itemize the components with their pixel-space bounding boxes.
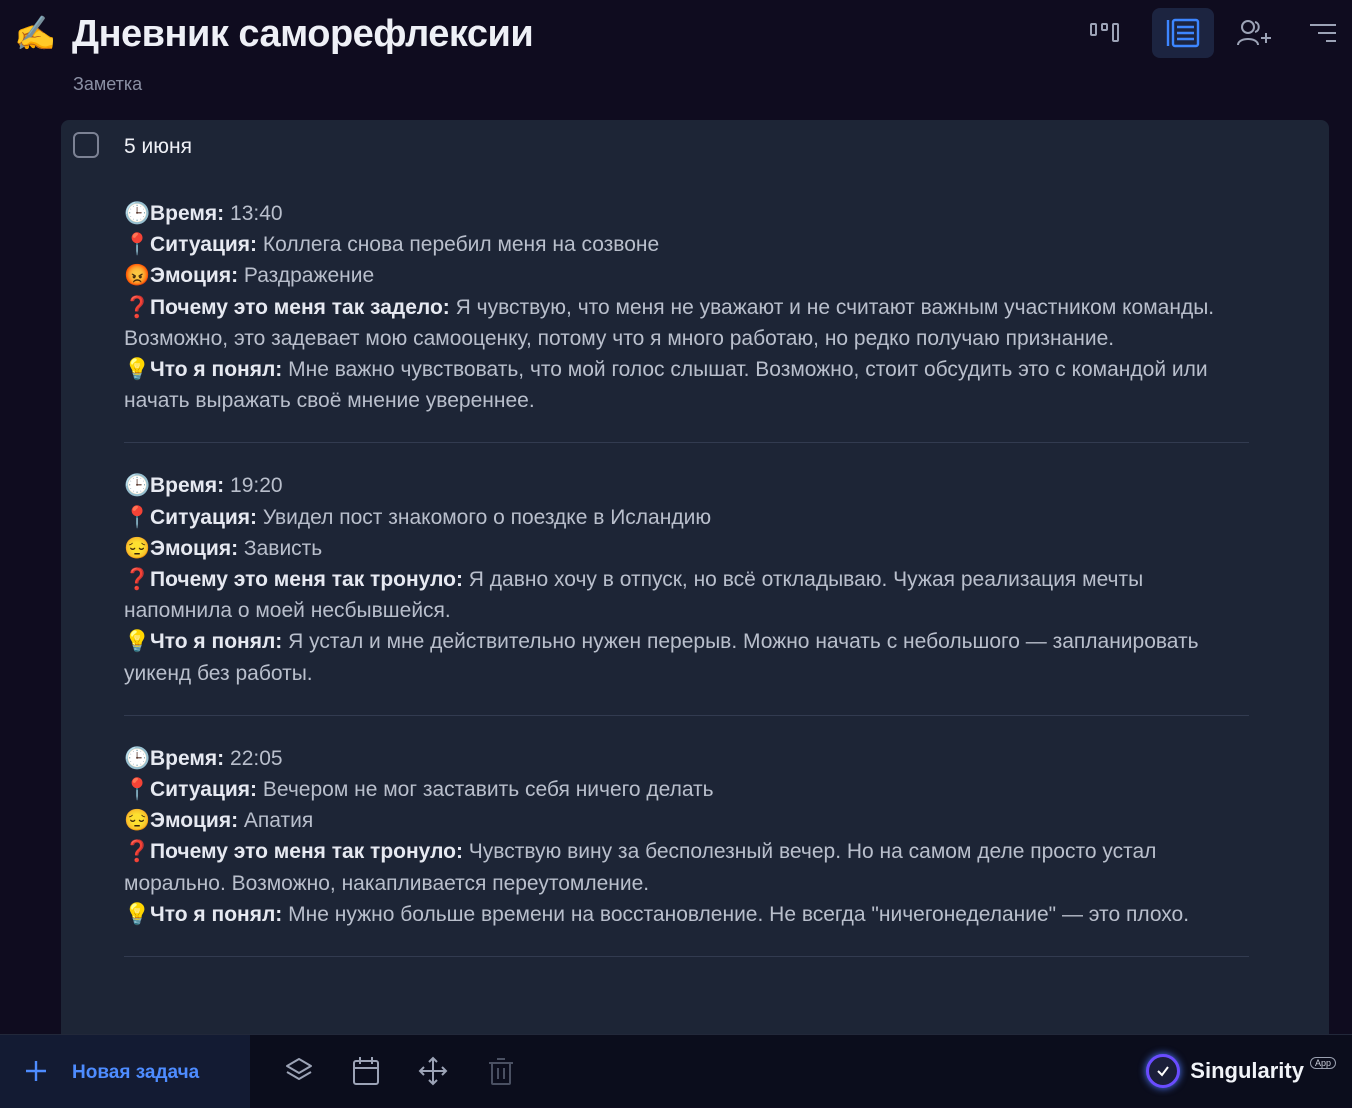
task-notes[interactable]: 🕒Время: 13:40 📍Ситуация: Коллега снова п… [124, 198, 1249, 984]
pensive-face-icon: 😔 [124, 536, 151, 560]
light-bulb-icon: 💡 [124, 902, 151, 926]
time-value: 19:20 [224, 474, 283, 498]
situation-value: Коллега снова перебил меня на созвоне [257, 233, 660, 257]
clock-icon: 🕒 [124, 202, 151, 225]
divider [124, 956, 1249, 958]
writing-hand-icon: ✍️ [14, 15, 57, 53]
insight-value: Мне важно чувствовать, что мой голос слы… [124, 358, 1208, 413]
page-title[interactable]: Дневник саморефлексии [72, 12, 534, 56]
entry-time-line: 🕒Время: 19:20 [124, 470, 1249, 501]
emotion-label: Эмоция: [150, 809, 239, 833]
entry-emotion-line: 😡Эмоция: Раздражение [124, 260, 1249, 291]
page-header: ✍️ Дневник саморефлексии Заметка [0, 0, 1352, 110]
new-task-label: Новая задача [72, 1062, 200, 1083]
entry-insight-line: 💡Что я понял: Мне важно чувствовать, что… [124, 354, 1249, 416]
question-mark-icon: ❓ [124, 295, 151, 319]
entry-situation-line: 📍Ситуация: Вечером не мог заставить себя… [124, 774, 1249, 805]
light-bulb-icon: 💡 [124, 630, 151, 654]
entry-time-line: 🕒Время: 22:05 [124, 743, 1249, 774]
singularity-logo-icon [1146, 1054, 1181, 1088]
time-value: 13:40 [224, 202, 283, 225]
task-card[interactable]: 5 июня 🕒Время: 13:40 📍Ситуация: Коллега … [61, 120, 1329, 1060]
entry-emotion-line: 😔Эмоция: Апатия [124, 805, 1249, 836]
bottom-toolbar: Новая задача Singularity App [0, 1034, 1352, 1108]
insight-label: Что я понял: [150, 358, 283, 382]
situation-value: Вечером не мог заставить себя ничего дел… [257, 778, 714, 802]
entry-why-line: ❓Почему это меня так тронуло: Чувствую в… [124, 836, 1249, 898]
list-view-icon [1166, 18, 1200, 48]
situation-label: Ситуация: [150, 778, 258, 802]
task-checkbox[interactable] [73, 132, 99, 158]
insight-label: Что я понял: [150, 902, 283, 926]
move-icon[interactable] [417, 1055, 449, 1087]
insight-label: Что я понял: [150, 630, 283, 654]
calendar-icon[interactable] [350, 1055, 382, 1087]
entry-insight-line: 💡Что я понял: Я устал и мне действительн… [124, 626, 1249, 688]
clock-icon: 🕒 [124, 746, 151, 770]
situation-label: Ситуация: [150, 505, 258, 529]
emotion-label: Эмоция: [150, 536, 239, 560]
pin-icon: 📍 [124, 233, 151, 257]
why-label: Почему это меня так тронуло: [150, 568, 463, 592]
divider [124, 442, 1249, 444]
entry-time-line: 🕒Время: 13:40 [124, 198, 1249, 229]
emotion-value: Апатия [238, 809, 314, 833]
question-mark-icon: ❓ [124, 568, 151, 592]
insight-value: Мне нужно больше времени на восстановлен… [282, 902, 1190, 926]
board-view-icon [1090, 23, 1119, 42]
page-subtitle[interactable]: Заметка [73, 72, 142, 96]
add-user-icon [1237, 20, 1271, 46]
question-mark-icon: ❓ [124, 840, 151, 864]
share-users-button[interactable] [1224, 8, 1286, 58]
brand-logo: Singularity App [1146, 1053, 1336, 1089]
time-label: Время: [150, 474, 225, 498]
pensive-face-icon: 😔 [124, 809, 151, 833]
new-task-button[interactable]: Новая задача [0, 1035, 250, 1108]
emotion-label: Эмоция: [150, 264, 239, 288]
entry-emotion-line: 😔Эмоция: Зависть [124, 533, 1249, 564]
layers-icon[interactable] [283, 1055, 315, 1087]
diary-entry: 🕒Время: 13:40 📍Ситуация: Коллега снова п… [124, 198, 1249, 416]
entry-why-line: ❓Почему это меня так тронуло: Я давно хо… [124, 564, 1249, 626]
divider [124, 714, 1249, 716]
pin-icon: 📍 [124, 505, 151, 529]
situation-value: Увидел пост знакомого о поездке в Исланд… [257, 505, 712, 529]
diary-entry: 🕒Время: 19:20 📍Ситуация: Увидел пост зна… [124, 470, 1249, 688]
board-view-button[interactable] [1074, 8, 1136, 58]
light-bulb-icon: 💡 [124, 358, 151, 382]
sort-filter-button[interactable] [1292, 8, 1352, 58]
trash-icon[interactable] [485, 1055, 517, 1087]
why-label: Почему это меня так тронуло: [150, 840, 463, 864]
brand-name: Singularity [1190, 1058, 1304, 1083]
filter-sort-icon [1310, 24, 1336, 42]
diary-entry: 🕒Время: 22:05 📍Ситуация: Вечером не мог … [124, 743, 1249, 930]
time-value: 22:05 [224, 746, 283, 770]
clock-icon: 🕒 [124, 474, 151, 498]
brand-tag: App [1309, 1057, 1336, 1069]
insight-value: Я устал и мне действительно нужен переры… [124, 630, 1199, 685]
pin-icon: 📍 [124, 778, 151, 802]
task-title[interactable]: 5 июня [124, 134, 192, 160]
entry-why-line: ❓Почему это меня так задело: Я чувствую,… [124, 292, 1249, 354]
emotion-value: Зависть [238, 536, 323, 560]
entry-situation-line: 📍Ситуация: Коллега снова перебил меня на… [124, 229, 1249, 260]
angry-face-icon: 😡 [124, 264, 151, 288]
entry-insight-line: 💡Что я понял: Мне нужно больше времени н… [124, 899, 1249, 930]
situation-label: Ситуация: [150, 233, 258, 257]
list-view-button[interactable] [1152, 8, 1214, 58]
emotion-value: Раздражение [238, 264, 375, 288]
entry-situation-line: 📍Ситуация: Увидел пост знакомого о поезд… [124, 502, 1249, 533]
plus-icon [26, 1061, 46, 1081]
time-label: Время: [150, 746, 225, 770]
why-label: Почему это меня так задело: [150, 295, 450, 319]
time-label: Время: [150, 202, 225, 225]
